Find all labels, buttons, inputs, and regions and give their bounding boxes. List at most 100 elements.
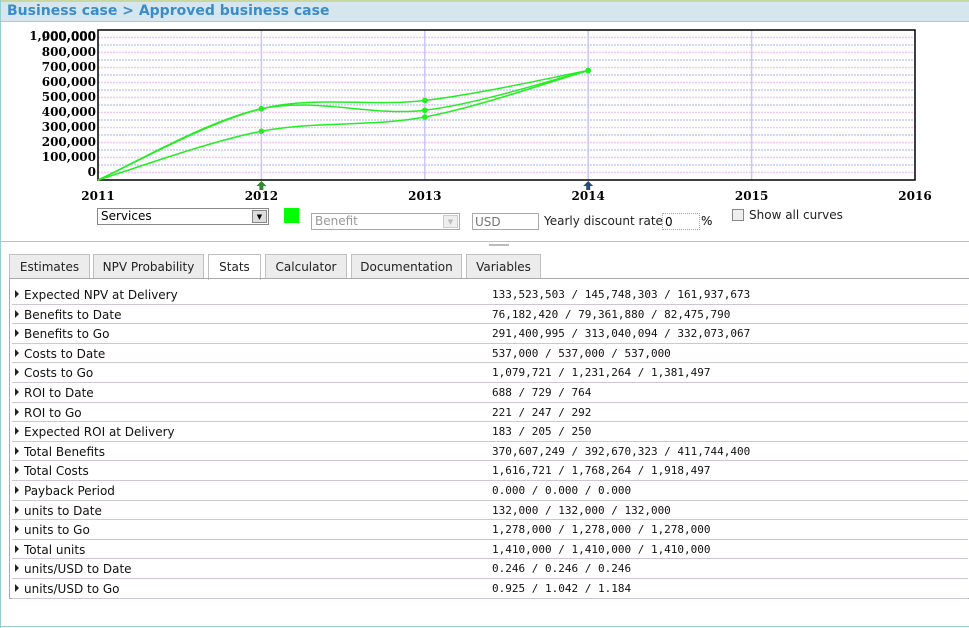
y-tick-label: 400,000	[42, 105, 96, 119]
discount-label: Yearly discount rate	[544, 214, 663, 228]
stat-row[interactable]: Expected NPV at Delivery 133,523,503 / 14…	[12, 285, 968, 305]
stat-row[interactable]: Total Costs 1,616,721 / 1,768,264 / 1,918…	[12, 461, 968, 481]
y-tick-label: 300,000	[42, 120, 96, 134]
stats-panel: Expected NPV at Delivery 133,523,503 / 14…	[9, 278, 969, 599]
stat-label: units to Date	[24, 503, 102, 518]
stat-label: Total Benefits	[24, 444, 105, 459]
stat-value: 0.925 / 1.042 / 1.184	[492, 582, 632, 595]
stat-value: 133,523,503 / 145,748,303 / 161,937,673	[492, 288, 751, 301]
stat-row[interactable]: units to Date 132,000 / 132,000 / 132,000	[12, 501, 968, 521]
color-swatch[interactable]	[284, 208, 299, 223]
stat-row[interactable]: units/USD to Date 0.246 / 0.246 / 0.246	[12, 559, 968, 579]
splitter[interactable]	[1, 241, 969, 242]
stat-row[interactable]: Costs to Date 537,000 / 537,000 / 537,000	[12, 344, 968, 364]
stat-label: ROI to Date	[24, 386, 94, 400]
type-value: Benefit	[315, 214, 358, 228]
stat-label: Benefits to Date	[24, 307, 122, 322]
tab-documentation[interactable]: Documentation	[351, 254, 462, 279]
y-tick-label: 500,000	[42, 90, 96, 104]
tab-variables[interactable]: Variables	[466, 254, 541, 279]
percent-label: %	[701, 214, 713, 228]
show-all-checkbox[interactable]	[732, 209, 744, 221]
expand-triangle-icon[interactable]	[15, 505, 19, 514]
expand-triangle-icon[interactable]	[15, 525, 19, 534]
x-tick-label: 2015	[735, 189, 768, 203]
stat-row[interactable]: Payback Period 0.000 / 0.000 / 0.000	[12, 481, 968, 501]
expand-triangle-icon[interactable]	[15, 584, 19, 592]
stat-row[interactable]: Costs to Go 1,079,721 / 1,231,264 / 1,381…	[12, 363, 968, 383]
divider	[1, 626, 969, 627]
stat-row[interactable]: ROI to Go 221 / 247 / 292	[12, 403, 968, 423]
stat-value: 0.246 / 0.246 / 0.246	[492, 562, 632, 576]
x-tick-label: 2013	[408, 189, 441, 203]
expand-triangle-icon[interactable]	[15, 446, 19, 455]
category-value: Services	[101, 209, 152, 223]
stat-label: units/USD to Date	[24, 562, 132, 577]
expand-triangle-icon[interactable]	[15, 348, 19, 357]
category-select[interactable]: Services ▼	[97, 208, 269, 225]
expand-triangle-icon[interactable]	[15, 407, 19, 416]
currency-input[interactable]	[472, 213, 539, 230]
expand-triangle-icon[interactable]	[15, 388, 19, 396]
data-point	[585, 67, 591, 74]
stat-row[interactable]: ROI to Date 688 / 729 / 764	[12, 383, 968, 403]
discount-rate-input[interactable]: 0	[662, 213, 700, 230]
stat-value: 370,607,249 / 392,670,323 / 411,744,400	[492, 444, 751, 458]
stat-label: Total units	[24, 542, 86, 557]
data-point	[422, 107, 428, 114]
x-tick-label: 2011	[81, 189, 114, 203]
expand-triangle-icon[interactable]	[15, 329, 19, 338]
data-point	[422, 97, 428, 104]
type-select[interactable]: Benefit ▼	[311, 213, 460, 230]
y-tick-label: 600,000	[42, 75, 96, 89]
stat-value: 1,616,721 / 1,768,264 / 1,918,497	[492, 464, 711, 478]
stat-label: units to Go	[24, 523, 90, 538]
stat-value: 132,000 / 132,000 / 132,000	[492, 503, 671, 517]
expand-triangle-icon[interactable]	[15, 564, 19, 573]
expand-triangle-icon[interactable]	[15, 466, 19, 475]
stat-row[interactable]: Benefits to Go 291,400,995 / 313,040,094 …	[12, 324, 968, 344]
data-point	[258, 128, 265, 135]
stat-row[interactable]: Benefits to Date 76,182,420 / 79,361,880 …	[12, 305, 968, 325]
chevron-down-icon: ▼	[443, 215, 458, 228]
y-tick-label: 0	[88, 165, 96, 179]
tab-npv-probability[interactable]: NPV Probability	[93, 254, 204, 279]
stat-value: 1,278,000 / 1,278,000 / 1,278,000	[492, 523, 711, 537]
stat-value: 1,410,000 / 1,410,000 / 1,410,000	[492, 542, 711, 556]
y-tick-label: 1,000,000	[29, 29, 96, 43]
benefit-chart: 0100,000200,000300,000400,000500,000600,…	[29, 29, 932, 203]
stat-row[interactable]: Total units 1,410,000 / 1,410,000 / 1,410…	[12, 540, 968, 560]
discount-value: 0	[665, 215, 673, 229]
stat-label: Total Costs	[24, 464, 89, 479]
expand-triangle-icon[interactable]	[15, 544, 19, 553]
data-point	[422, 114, 428, 120]
stat-row[interactable]: Expected ROI at Delivery 183 / 205 / 250	[12, 422, 968, 442]
y-tick-label: 100,000	[42, 150, 96, 164]
stat-value: 76,182,420 / 79,361,880 / 82,475,790	[492, 307, 731, 321]
x-tick-label: 2014	[571, 189, 604, 203]
expand-triangle-icon[interactable]	[15, 290, 19, 298]
stat-row[interactable]: units to Go 1,278,000 / 1,278,000 / 1,278…	[12, 520, 968, 540]
expand-triangle-icon[interactable]	[15, 368, 19, 377]
y-tick-label: 200,000	[42, 135, 96, 149]
stat-label: ROI to Go	[24, 405, 82, 420]
chevron-down-icon: ▼	[252, 210, 267, 223]
tab-calculator[interactable]: Calculator	[265, 254, 347, 279]
stat-row[interactable]: Total Benefits 370,607,249 / 392,670,323 …	[12, 442, 968, 462]
show-all-label[interactable]: Show all curves	[749, 208, 843, 222]
tab-estimates[interactable]: Estimates	[9, 254, 90, 279]
stat-label: Benefits to Go	[24, 327, 110, 342]
stat-row[interactable]: units/USD to Go 0.925 / 1.042 / 1.184	[12, 579, 968, 599]
expand-triangle-icon[interactable]	[15, 427, 19, 436]
stat-label: Expected NPV at Delivery	[24, 288, 178, 302]
expand-triangle-icon[interactable]	[15, 486, 19, 494]
splitter-handle[interactable]	[489, 244, 509, 246]
x-tick-label: 2012	[245, 189, 278, 203]
data-point	[258, 105, 265, 112]
stat-value: 183 / 205 / 250	[492, 425, 592, 439]
expand-triangle-icon[interactable]	[15, 309, 19, 318]
stat-label: Costs to Date	[24, 346, 106, 361]
tab-stats[interactable]: Stats	[208, 254, 261, 280]
x-tick-label: 2016	[898, 189, 931, 203]
stat-label: Costs to Go	[24, 366, 94, 381]
